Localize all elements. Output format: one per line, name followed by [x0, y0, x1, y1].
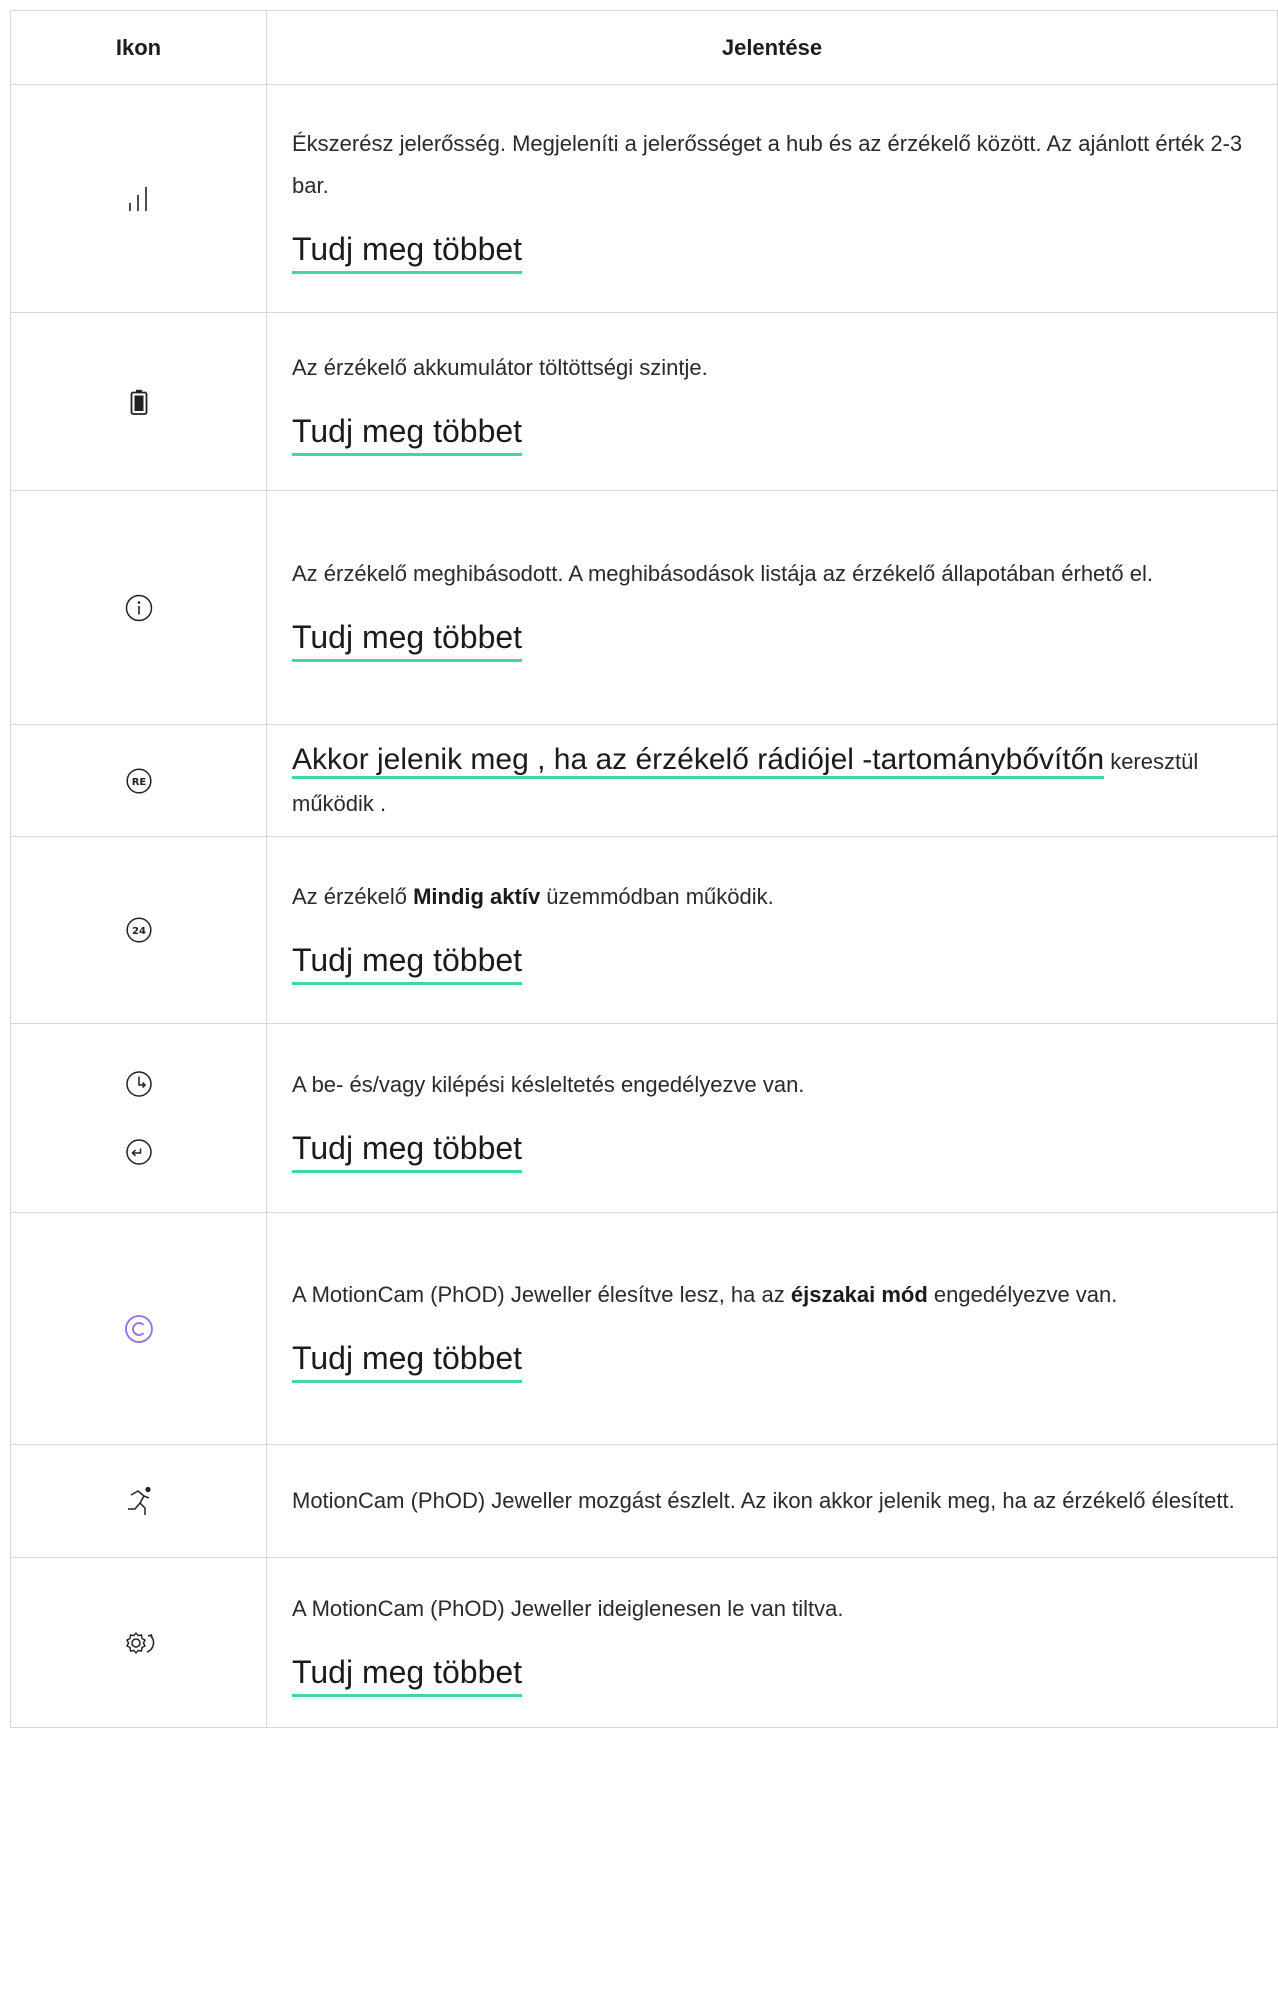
exit-delay-icon	[125, 1139, 152, 1165]
row-text: Ékszerész jelerősség. Megjeleníti a jele…	[292, 131, 1243, 198]
learn-more-link[interactable]: Tudj meg többet	[292, 940, 523, 985]
svg-text:24: 24	[132, 926, 146, 937]
learn-more-link[interactable]: Tudj meg többet	[292, 617, 523, 662]
temporarily-disabled-icon	[125, 1631, 154, 1654]
motion-detected-icon	[127, 1486, 151, 1515]
re-icon: RE	[125, 767, 152, 794]
icon-cell	[10, 84, 267, 313]
description-cell: A be- és/vagy kilépési késleltetés enged…	[266, 1023, 1278, 1213]
learn-more-link[interactable]: Tudj meg többet	[292, 1338, 523, 1383]
icon-cell	[10, 1444, 267, 1558]
page: Ikon Jelentése Ékszerész jelerősség. Meg…	[0, 0, 1278, 1990]
24-icon: 24	[125, 917, 152, 943]
table-row: Ékszerész jelerősség. Megjeleníti a jele…	[10, 84, 1278, 313]
info-icon	[125, 594, 152, 621]
signal-strength-icon	[128, 186, 147, 211]
learn-more-link[interactable]: Tudj meg többet	[292, 1652, 523, 1697]
icon-cell	[10, 490, 267, 725]
row-text: A MotionCam (PhOD) Jeweller ideiglenesen…	[292, 1596, 844, 1621]
description-cell: Ékszerész jelerősség. Megjeleníti a jele…	[266, 84, 1278, 313]
icon-cell: 24	[10, 836, 267, 1024]
row-text-bold: éjszakai mód	[790, 1282, 928, 1307]
row-text: A be- és/vagy kilépési késleltetés enged…	[292, 1071, 805, 1097]
table-row: A MotionCam (PhOD) Jeweller ideiglenesen…	[10, 1557, 1278, 1728]
row-text-pre: Az érzékelő	[292, 883, 414, 909]
icon-cell	[10, 1023, 267, 1213]
icon-cell	[10, 1557, 267, 1728]
row-text: Az érzékelő akkumulátor töltöttségi szin…	[292, 355, 708, 380]
icon-cell	[10, 1212, 267, 1445]
table-row: Az érzékelő meghibásodott. A meghibásodá…	[10, 490, 1278, 725]
icons-table: Ikon Jelentése Ékszerész jelerősség. Meg…	[10, 10, 1278, 1728]
row-text: Az érzékelő meghibásodott. A meghibásodá…	[292, 561, 1153, 586]
entry-delay-icon	[125, 1071, 152, 1097]
table-row: MotionCam (PhOD) Jeweller mozgást észlel…	[10, 1444, 1278, 1558]
learn-more-link[interactable]: Tudj meg többet	[292, 411, 523, 456]
description-cell: A MotionCam (PhOD) Jeweller ideiglenesen…	[266, 1557, 1278, 1728]
description-cell: Az érzékelő akkumulátor töltöttségi szin…	[266, 312, 1278, 491]
table-header-row: Ikon Jelentése	[10, 10, 1278, 85]
description-cell: Akkor jelenik meg , ha az érzékelő rádió…	[266, 724, 1278, 837]
description-cell: A MotionCam (PhOD) Jeweller élesítve les…	[266, 1212, 1278, 1445]
row-text-post: üzemmódban működik.	[540, 883, 774, 909]
header-meaning-column: Jelentése	[266, 10, 1278, 85]
table-row: RE Akkor jelenik meg , ha az érzékelő rá…	[10, 724, 1278, 837]
icon-cell	[10, 312, 267, 491]
battery-icon	[130, 389, 147, 415]
repeater-link[interactable]: Akkor jelenik meg , ha az érzékelő rádió…	[292, 742, 1105, 779]
learn-more-link[interactable]: Tudj meg többet	[292, 229, 523, 274]
header-icon-column: Ikon	[10, 10, 267, 85]
row-text-bold: Mindig aktív	[413, 883, 541, 909]
description-cell: Az érzékelő Mindig aktív üzemmódban műkö…	[266, 836, 1278, 1024]
row-text-post: engedélyezve van.	[927, 1282, 1118, 1307]
description-cell: Az érzékelő meghibásodott. A meghibásodá…	[266, 490, 1278, 725]
table-row: A be- és/vagy kilépési késleltetés enged…	[10, 1023, 1278, 1213]
icon-cell: RE	[10, 724, 267, 837]
table-row: Az érzékelő akkumulátor töltöttségi szin…	[10, 312, 1278, 491]
table-row: A MotionCam (PhOD) Jeweller élesítve les…	[10, 1212, 1278, 1445]
row-text-pre: A MotionCam (PhOD) Jeweller élesítve les…	[292, 1282, 791, 1307]
table-row: 24 Az érzékelő Mindig aktív üzemmódban m…	[10, 836, 1278, 1024]
row-text: MotionCam (PhOD) Jeweller mozgást észlel…	[292, 1488, 1235, 1513]
svg-text:RE: RE	[131, 777, 146, 788]
night-mode-icon	[124, 1314, 153, 1343]
learn-more-link[interactable]: Tudj meg többet	[292, 1128, 523, 1173]
description-cell: MotionCam (PhOD) Jeweller mozgást észlel…	[266, 1444, 1278, 1558]
